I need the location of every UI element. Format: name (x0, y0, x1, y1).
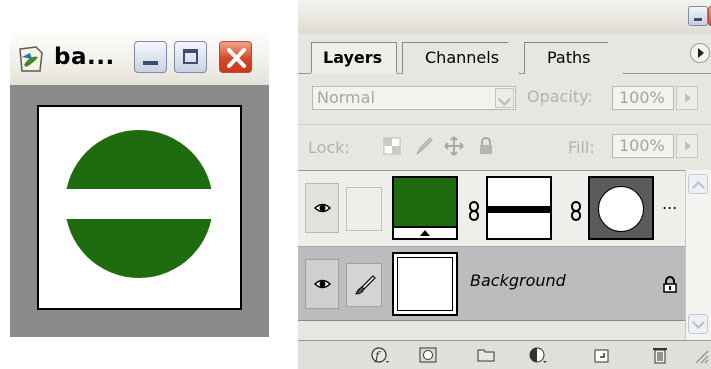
add-mask-icon[interactable] (418, 345, 438, 365)
layer-style-icon[interactable]: f (370, 345, 390, 365)
new-group-icon[interactable] (476, 345, 496, 365)
layer-link-cell[interactable] (346, 263, 382, 307)
palette-titlebar[interactable] (298, 0, 711, 34)
blend-mode-select[interactable]: Normal (312, 86, 516, 110)
lock-label: Lock: (308, 138, 350, 157)
document-canvas[interactable] (37, 105, 242, 310)
fill-slider-button[interactable] (676, 134, 698, 158)
document-frame (10, 85, 269, 337)
tab-channels[interactable]: Channels (402, 42, 520, 74)
split-circle-artwork (65, 130, 213, 278)
palette-bottom-bar: f (298, 340, 711, 369)
layer-mask-thumbnail[interactable] (486, 176, 552, 240)
layers-list: ... Background (298, 170, 685, 340)
blend-mode-value: Normal (317, 88, 375, 107)
maximize-button[interactable] (174, 41, 207, 73)
minimize-icon (143, 61, 158, 65)
layers-scrollbar[interactable] (685, 170, 711, 340)
lock-row: Lock: Fill: 100% (298, 124, 711, 170)
document-title: ba... (54, 44, 115, 70)
document-titlebar[interactable]: ba... (10, 27, 269, 85)
maximize-icon (183, 49, 198, 64)
lock-position-icon[interactable] (444, 136, 464, 156)
layer-name[interactable]: Background (470, 271, 566, 290)
adjustment-layer-icon[interactable] (528, 345, 548, 365)
background-thumbnail[interactable] (392, 252, 458, 316)
eye-icon (314, 203, 331, 213)
palette-minimize-button[interactable] (688, 6, 708, 26)
scroll-up-button[interactable] (688, 174, 708, 194)
fill-label: Fill: (568, 138, 595, 157)
fill-layer-icon (394, 226, 456, 238)
chain-link-icon[interactable] (468, 201, 480, 221)
visibility-toggle[interactable] (305, 183, 339, 233)
vector-mask-thumbnail[interactable] (588, 176, 654, 240)
close-button[interactable] (219, 41, 252, 73)
chevron-down-icon[interactable] (495, 88, 514, 108)
layers-palette: Layers Channels Paths Normal Opacity: 10… (298, 0, 711, 369)
palette-tabbar: Layers Channels Paths (298, 34, 711, 74)
padlock-icon (663, 276, 677, 293)
layer-row-background[interactable]: Background (298, 247, 685, 321)
trash-icon[interactable] (650, 345, 670, 365)
layer-row[interactable]: ... (298, 171, 685, 247)
layer-thumbnail[interactable] (392, 176, 458, 240)
new-layer-icon[interactable] (592, 345, 612, 365)
fill-field[interactable]: 100% (612, 134, 674, 158)
chain-link-icon[interactable] (570, 201, 582, 221)
visibility-toggle[interactable] (305, 259, 339, 309)
minimize-button[interactable] (134, 41, 167, 73)
tab-paths[interactable]: Paths (524, 42, 624, 74)
palette-menu-button[interactable] (690, 43, 710, 63)
close-icon (227, 48, 246, 68)
layer-overflow: ... (662, 194, 678, 213)
document-window: ba... (10, 27, 269, 337)
lock-pixels-icon[interactable] (414, 136, 434, 156)
lock-all-icon[interactable] (476, 136, 496, 156)
opacity-field[interactable]: 100% (612, 86, 674, 110)
lock-transparency-icon[interactable] (382, 136, 402, 156)
opacity-slider-button[interactable] (676, 86, 698, 110)
document-icon (19, 46, 43, 72)
opacity-label: Opacity: (527, 87, 593, 106)
layer-link-cell[interactable] (346, 187, 382, 231)
resize-grip-icon[interactable] (690, 345, 710, 365)
brush-icon (355, 275, 376, 295)
tab-layers[interactable]: Layers (311, 42, 397, 74)
eye-icon (314, 279, 331, 289)
blend-row: Normal Opacity: 100% (298, 74, 711, 124)
scroll-down-button[interactable] (688, 314, 708, 334)
